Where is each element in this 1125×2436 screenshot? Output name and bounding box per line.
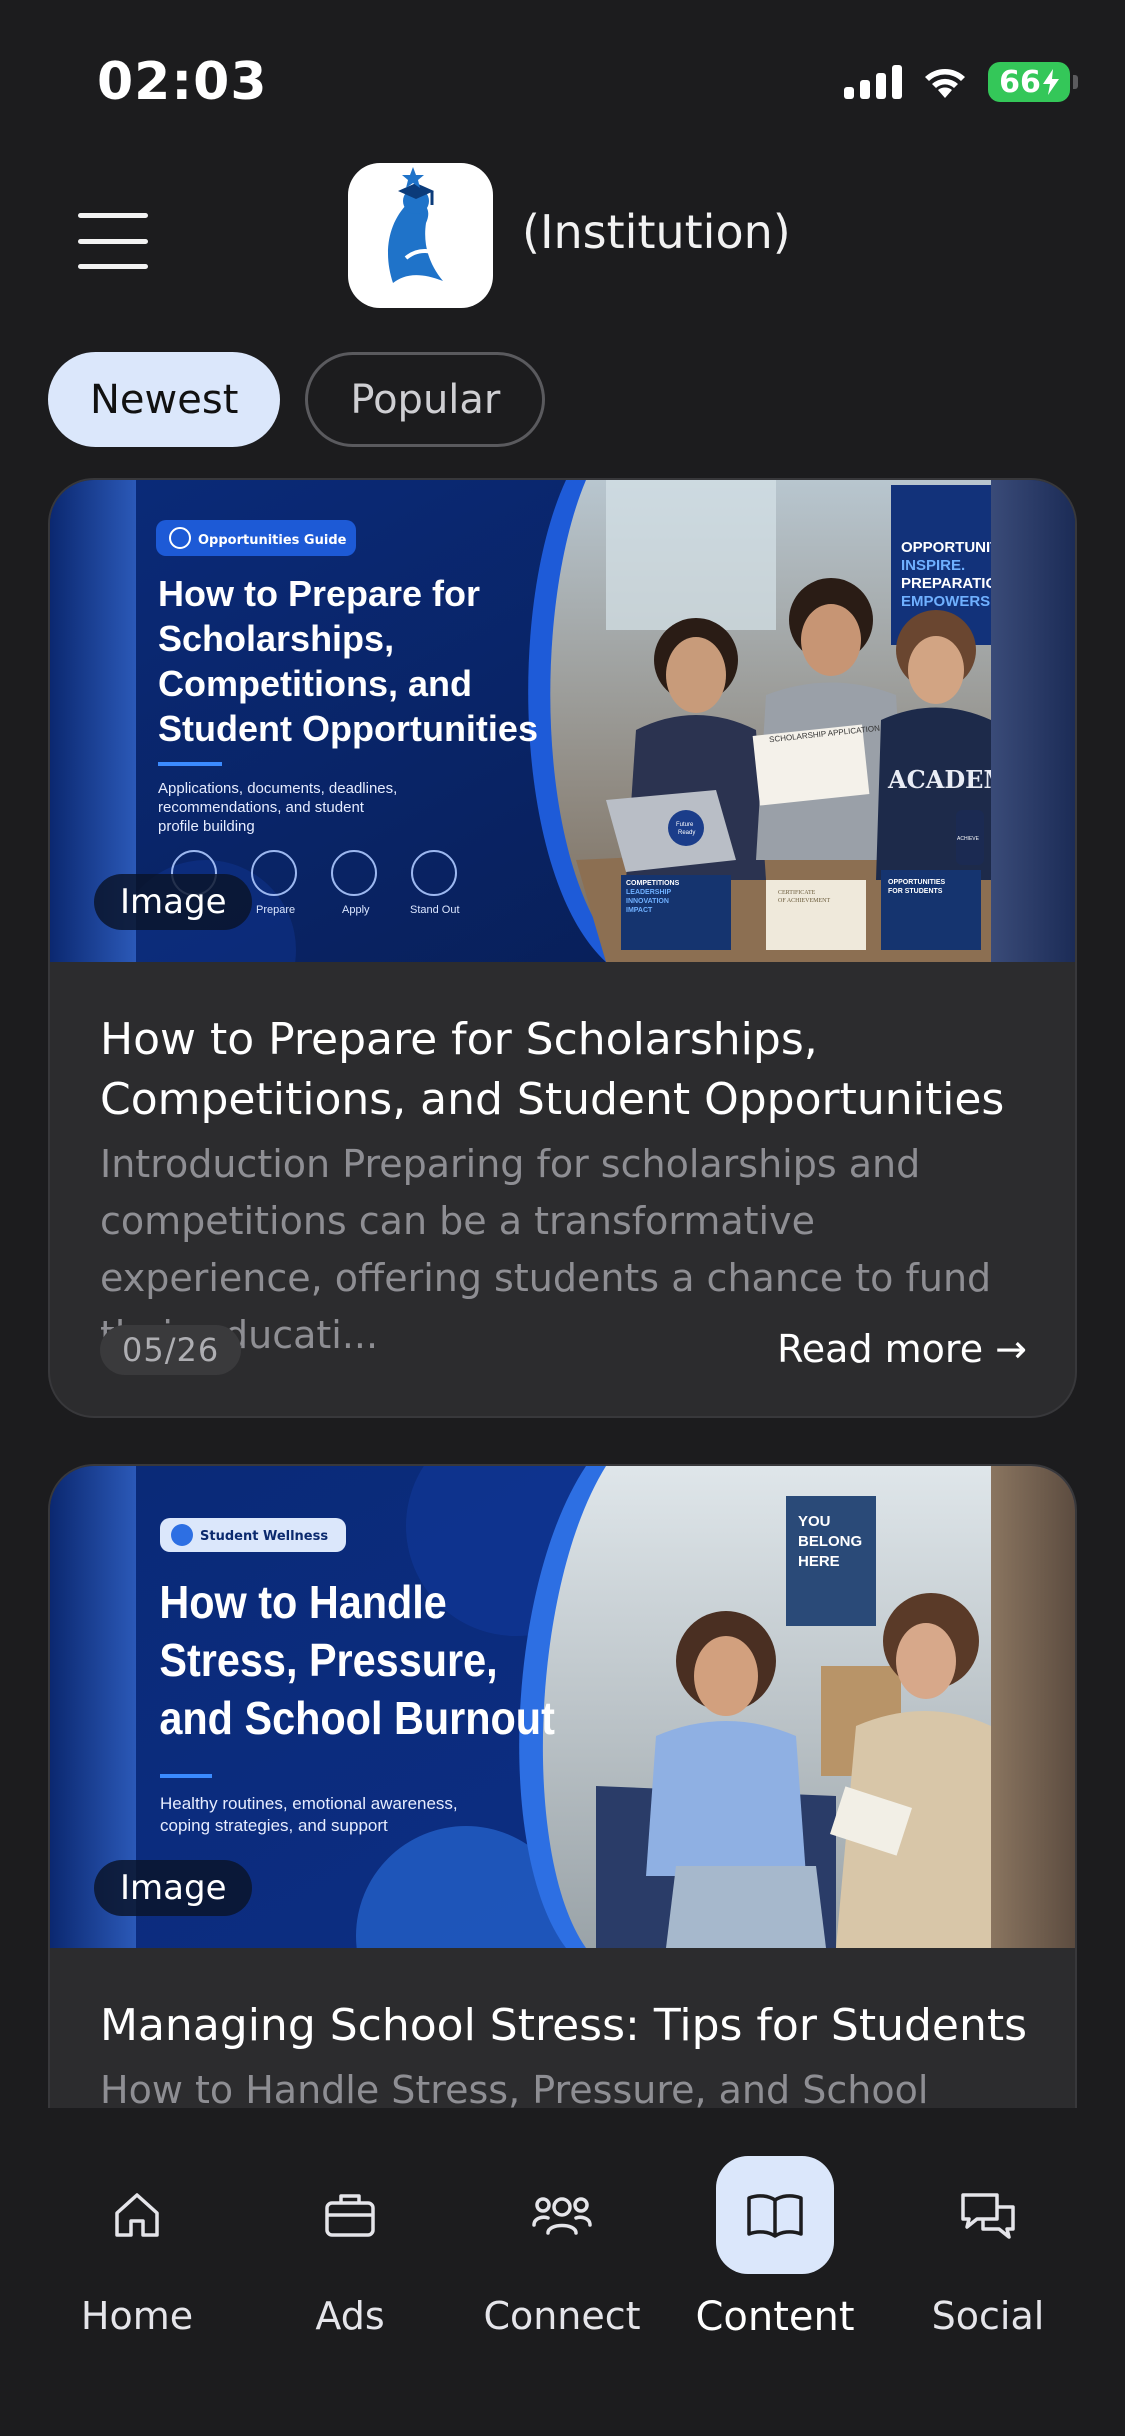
people-icon [503, 2156, 621, 2274]
post-body: How to Prepare for Scholarships, Competi… [100, 1010, 1040, 1364]
nav-item-home[interactable]: Home [37, 2156, 237, 2338]
battery-charging-icon: 66 [988, 62, 1078, 102]
poster-line: BELONG [798, 1533, 862, 1550]
app-name: (Institution) [522, 205, 791, 259]
header: (Institution) [0, 155, 1125, 308]
post-footer: 05/26 Read more → [100, 1325, 1027, 1377]
banner-headline-line: Scholarships, [158, 618, 394, 659]
banner-headline-line: How to Prepare for [158, 573, 480, 614]
sticker-text: Future [676, 822, 694, 828]
banner-tag: Student Wellness [200, 1529, 328, 1544]
content-feed[interactable]: Opportunities Guide How to Prepare for S… [0, 478, 1125, 2108]
tab-popular[interactable]: Popular [305, 352, 546, 447]
post-banner: Student Wellness How to Handle Stress, P… [136, 1466, 991, 1948]
post-card[interactable]: Student Wellness How to Handle Stress, P… [48, 1464, 1077, 2108]
nav-label: Home [80, 2294, 194, 2338]
post-banner: Opportunities Guide How to Prepare for S… [136, 480, 991, 962]
poster-line: YOU [798, 1513, 831, 1530]
image-badge: Image [94, 1860, 253, 1916]
nav-label: Content [695, 2294, 855, 2340]
banner-headline-line: and School Burnout [159, 1693, 555, 1745]
feed-tabs: Newest Popular [48, 352, 546, 447]
banner-step: Prepare [256, 904, 295, 916]
cellular-signal-icon [844, 65, 902, 99]
banner-subline: profile building [158, 818, 255, 835]
banner-step: Stand Out [410, 904, 460, 916]
banner-headline-line: Stress, Pressure, [159, 1635, 497, 1687]
post-excerpt: How to Handle Stress, Pressure, and Scho… [100, 2068, 929, 2108]
booklet-text: OPPORTUNITIES [888, 879, 946, 886]
booklet-text: CERTIFICATE [778, 890, 816, 896]
image-badge: Image [94, 874, 253, 930]
status-bar: 02:03 66 [0, 0, 1125, 140]
banner-headline-line: Competitions, and [158, 663, 472, 704]
banner-subline: recommendations, and student [158, 799, 365, 816]
banner-step: Apply [342, 904, 370, 916]
briefcase-icon [291, 2156, 409, 2274]
booklet-text: LEADERSHIP [626, 889, 671, 896]
booklet-text: FOR STUDENTS [888, 888, 943, 895]
poster-line: HERE [798, 1553, 840, 1570]
post-title[interactable]: How to Prepare for Scholarships, Competi… [100, 1010, 1040, 1130]
nav-item-connect[interactable]: Connect [462, 2156, 662, 2338]
chat-bubbles-icon [929, 2156, 1047, 2274]
booklet-text: COMPETITIONS [626, 880, 680, 887]
bottom-navigation: Home Ads Connect Content Social [0, 2108, 1125, 2436]
booklet-text: OF ACHIEVEMENT [778, 898, 831, 904]
sweatshirt-text: ACADEMY [887, 765, 991, 794]
tab-newest[interactable]: Newest [48, 352, 281, 447]
post-card[interactable]: Opportunities Guide How to Prepare for S… [48, 478, 1077, 1418]
svg-text:OPPORTUNITIES IN: OPPORTUNITIES INSPIRE. PREPARATION EMPOW… [901, 539, 991, 610]
poster-line: PREPARATION [901, 575, 991, 592]
post-image[interactable]: Student Wellness How to Handle Stress, P… [50, 1466, 1075, 1948]
booklet-text: INNOVATION [626, 898, 669, 905]
wifi-icon [925, 69, 965, 98]
banner-subline: coping strategies, and support [160, 1816, 388, 1835]
institution-logo [348, 163, 493, 308]
screen: 02:03 66 (Institution) Newest Popular Op… [0, 0, 1125, 2436]
booklet-text: IMPACT [626, 907, 653, 914]
banner-subline: Healthy routines, emotional awareness, [160, 1794, 458, 1813]
poster-line: INSPIRE. [901, 557, 965, 574]
banner-headline-line: How to Handle [159, 1577, 446, 1629]
nav-item-content[interactable]: Content [675, 2156, 875, 2340]
post-title[interactable]: Managing School Stress: Tips for Student… [100, 1996, 1040, 2056]
poster-line: EMPOWERS. [901, 593, 991, 610]
status-time: 02:03 [97, 52, 268, 112]
banner-headline-line: Student Opportunities [158, 708, 538, 749]
battery-level: 66 [999, 64, 1041, 100]
nav-label: Connect [483, 2294, 641, 2338]
post-body: Managing School Stress: Tips for Student… [100, 1996, 1040, 2108]
nav-item-social[interactable]: Social [888, 2156, 1088, 2338]
read-more-link[interactable]: Read more → [777, 1327, 1027, 1371]
cup-text: ACHIEVE [957, 836, 980, 842]
hamburger-menu-icon[interactable] [78, 213, 148, 269]
post-date: 05/26 [100, 1325, 242, 1375]
svg-text:Prepare Apply: Prepare Apply Stand Out [256, 904, 460, 916]
poster-line: OPPORTUNITIES [901, 539, 991, 556]
nav-label: Social [931, 2294, 1045, 2338]
status-icons: 66 [844, 62, 1078, 102]
banner-tag: Opportunities Guide [198, 533, 347, 548]
banner-subline: Applications, documents, deadlines, [158, 780, 397, 797]
nav-label: Ads [315, 2294, 385, 2338]
open-book-icon [716, 2156, 834, 2274]
nav-item-ads[interactable]: Ads [250, 2156, 450, 2338]
post-image[interactable]: Opportunities Guide How to Prepare for S… [50, 480, 1075, 962]
home-icon [78, 2156, 196, 2274]
sticker-text: Ready [678, 830, 695, 836]
